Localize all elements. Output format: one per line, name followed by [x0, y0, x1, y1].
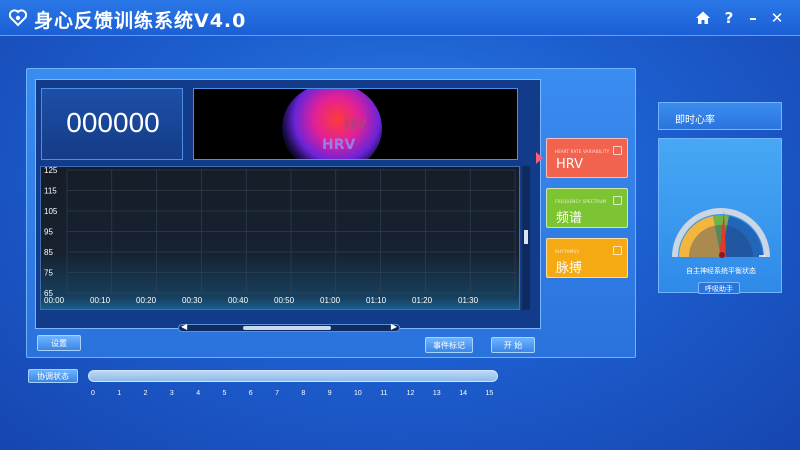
- heart-rate-header: 即时心率: [658, 102, 782, 130]
- monitor-frame: 000000 HV HRV 125 115 105 95 85 75 65 00:00 00:…: [35, 79, 541, 332]
- coordination-status-bar: [88, 370, 498, 382]
- y-tick-label: 85: [44, 248, 53, 257]
- selected-pointer-icon: [536, 152, 543, 164]
- coordination-status-label: 协调状态: [28, 369, 78, 383]
- scale-tick-label: 5: [222, 390, 227, 397]
- hrv-chart: 125 115 105 95 85 75 65: [40, 166, 520, 310]
- help-button[interactable]: ?: [720, 9, 738, 27]
- display-overlay-label-2: HV: [344, 117, 367, 133]
- x-tick-label: 00:50: [274, 296, 295, 305]
- biofeedback-display: HV HRV: [193, 88, 518, 160]
- scale-tick-label: 13: [432, 390, 441, 397]
- scale-tick-label: 4: [196, 390, 201, 397]
- chart-vertical-scrollbar[interactable]: [522, 166, 530, 310]
- y-tick-label: 115: [44, 187, 57, 196]
- x-tick-label: 00:20: [136, 296, 157, 305]
- scale-tick-label: 3: [169, 390, 174, 397]
- card-sub-label: HEART RATE VARIABILITY: [555, 149, 610, 154]
- card-pulse[interactable]: RHYTHMUS 脉搏: [546, 238, 628, 278]
- balance-gauge: [672, 208, 770, 258]
- counter-value: 000000: [66, 107, 160, 138]
- y-tick-label: 75: [44, 269, 53, 278]
- heart-rate-title: 即时心率: [675, 115, 715, 126]
- scroll-right-icon[interactable]: ▶: [391, 322, 397, 331]
- vertical-scroll-thumb[interactable]: [524, 230, 528, 244]
- x-tick-label: 01:20: [412, 296, 433, 305]
- y-tick-label: 125: [44, 167, 58, 175]
- x-tick-label: 00:00: [44, 296, 65, 305]
- card-hrv[interactable]: HEART RATE VARIABILITY HRV: [546, 138, 628, 178]
- heart-icon: [613, 146, 622, 155]
- x-tick-label: 01:00: [320, 296, 341, 305]
- card-spectrum[interactable]: FREQUENCY SPECTRUM 频谱: [546, 188, 628, 228]
- minimize-button[interactable]: –: [744, 9, 762, 27]
- scale-tick-label: 10: [354, 390, 362, 397]
- y-tick-label: 105: [44, 207, 58, 216]
- scale-tick-label: 1: [117, 390, 122, 397]
- gauge-caption: 自主神经系统平衡状态: [686, 267, 756, 275]
- card-label: 频谱: [556, 211, 583, 226]
- scale-tick-label: 11: [380, 390, 388, 397]
- scale-tick-label: 8: [301, 390, 306, 397]
- x-tick-label: 01:10: [366, 296, 387, 305]
- x-tick-label: 00:40: [228, 296, 249, 305]
- card-sub-label: FREQUENCY SPECTRUM: [555, 199, 607, 204]
- event-mark-button[interactable]: 事件标记: [425, 337, 473, 353]
- app-logo-icon: [8, 9, 28, 27]
- settings-button[interactable]: 设置: [37, 335, 81, 351]
- chart-horizontal-scrollbar[interactable]: ◀ ▶: [178, 322, 400, 332]
- counter-box: 000000: [41, 88, 183, 160]
- app-title: 身心反馈训练系统V4.0: [34, 10, 247, 32]
- scale-tick-label: 14: [459, 390, 467, 397]
- title-bar: 身心反馈训练系统V4.0 ? – ✕: [0, 0, 800, 36]
- x-tick-label: 00:10: [90, 296, 111, 305]
- y-tick-label: 95: [44, 228, 53, 237]
- home-icon[interactable]: [694, 9, 712, 27]
- scale-tick-label: 12: [406, 390, 415, 397]
- breath-assist-button[interactable]: 呼吸助手: [698, 282, 740, 294]
- scale-tick-label: 15: [485, 390, 494, 397]
- scale-tick-label: 2: [143, 390, 148, 397]
- pulse-icon: [613, 246, 622, 255]
- scale-tick-label: 7: [275, 390, 279, 397]
- scale-tick-label: 6: [248, 390, 253, 397]
- main-panel: 000000 HV HRV 125 115 105 95 85 75 65 00:00 00:…: [26, 68, 636, 358]
- scale-tick-label: 9: [327, 390, 332, 397]
- scale-tick-label: 0: [91, 390, 95, 397]
- hrv-chart-svg: 12511510595857565: [44, 167, 516, 298]
- x-tick-label: 00:30: [182, 296, 203, 305]
- card-sub-label: RHYTHMUS: [555, 249, 580, 254]
- scroll-left-icon[interactable]: ◀: [181, 322, 187, 331]
- gauge-panel: 自主神经系统平衡状态: [658, 138, 782, 293]
- close-button[interactable]: ✕: [768, 9, 786, 27]
- card-label: HRV: [556, 157, 583, 172]
- horizontal-scroll-thumb[interactable]: [243, 326, 331, 330]
- x-tick-label: 01:30: [458, 296, 479, 305]
- card-label: 脉搏: [556, 261, 583, 276]
- display-overlay-label: HRV: [322, 137, 356, 153]
- spectrum-icon: [613, 196, 622, 205]
- start-button[interactable]: 开 始: [491, 337, 535, 353]
